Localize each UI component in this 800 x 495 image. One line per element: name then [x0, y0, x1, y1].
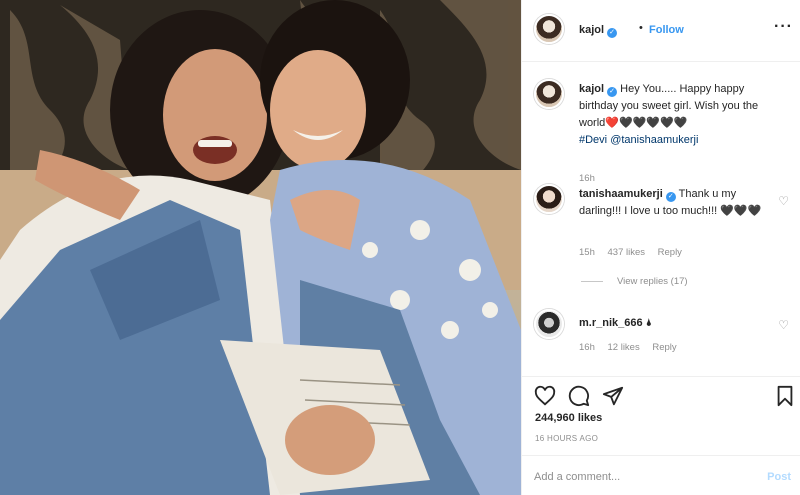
avatar[interactable]: [534, 184, 564, 214]
comment-like-heart-icon[interactable]: ♡: [778, 194, 789, 208]
bookmark-icon[interactable]: [774, 385, 796, 407]
photo-illustration: [0, 0, 521, 495]
post-photo[interactable]: [0, 0, 521, 495]
verified-badge-icon: ✓: [665, 192, 676, 202]
heart-icon[interactable]: [534, 385, 556, 407]
comment-time[interactable]: 16h: [579, 342, 595, 353]
comment-body: Hey You..... Happy happy birthday you sw…: [579, 83, 759, 129]
comment-text: m.r_nik_666 🌢: [579, 315, 777, 332]
verified-badge-icon: ✓: [607, 28, 618, 38]
avatar[interactable]: [534, 14, 564, 44]
comment-meta: 15h 437 likes Reply: [579, 247, 692, 258]
comment-likes[interactable]: 437 likes: [608, 247, 646, 258]
comment-text: kajol ✓ Hey You..... Happy happy birthday…: [579, 81, 777, 149]
more-options-icon[interactable]: ···: [774, 18, 793, 36]
comment-time[interactable]: 15h: [579, 247, 595, 258]
likes-count[interactable]: 244,960 likes: [535, 412, 602, 424]
reply-button[interactable]: Reply: [652, 342, 676, 353]
comment-item: tanishaamukerji ✓ Thank u my darling!!! I…: [534, 184, 789, 294]
avatar[interactable]: [534, 309, 564, 339]
view-replies-button[interactable]: View replies (17): [581, 276, 688, 287]
share-icon[interactable]: [602, 385, 624, 407]
comment-icon[interactable]: [568, 385, 590, 407]
comment-username[interactable]: m.r_nik_666: [579, 317, 643, 329]
caption-comment: kajol ✓ Hey You..... Happy happy birthday…: [534, 79, 789, 184]
comment-item: m.r_nik_666 🌢 ♡ 16h 12 likes Reply: [534, 309, 789, 369]
post-actions-bar: [522, 376, 800, 407]
instagram-post: kajol ✓ • Follow ··· kajol ✓ Hey You..... …: [0, 0, 800, 495]
post-side-panel: kajol ✓ • Follow ··· kajol ✓ Hey You..... …: [521, 0, 800, 495]
comment-text: tanishaamukerji ✓ Thank u my darling!!! I…: [579, 186, 777, 220]
author-username[interactable]: kajol ✓: [579, 24, 618, 38]
mention-link[interactable]: @tanishaamukerji: [610, 134, 698, 146]
comment-body: 🌢: [645, 317, 653, 329]
reply-button[interactable]: Reply: [658, 247, 682, 258]
comment-meta: 16h 12 likes Reply: [579, 342, 687, 353]
comment-username[interactable]: tanishaamukerji: [579, 188, 663, 200]
comment-time[interactable]: 16h: [579, 173, 595, 184]
comment-username[interactable]: kajol: [579, 83, 604, 95]
comments-list: kajol ✓ Hey You..... Happy happy birthday…: [522, 63, 800, 375]
comment-like-heart-icon[interactable]: ♡: [778, 318, 789, 332]
follow-button[interactable]: Follow: [649, 24, 684, 36]
comment-meta: 16h: [579, 173, 605, 184]
add-comment-input[interactable]: [534, 468, 754, 486]
verified-badge-icon: ✓: [607, 87, 618, 97]
add-comment-section: Post: [522, 455, 800, 495]
author-username-text[interactable]: kajol: [579, 24, 604, 36]
comment-likes[interactable]: 12 likes: [608, 342, 640, 353]
post-comment-button[interactable]: Post: [767, 471, 791, 483]
hashtag-link[interactable]: #Devi: [579, 134, 607, 146]
post-header: kajol ✓ • Follow ···: [522, 0, 800, 62]
avatar[interactable]: [534, 79, 564, 109]
separator-dot: •: [639, 22, 643, 34]
post-timestamp[interactable]: 16 HOURS AGO: [535, 434, 598, 443]
